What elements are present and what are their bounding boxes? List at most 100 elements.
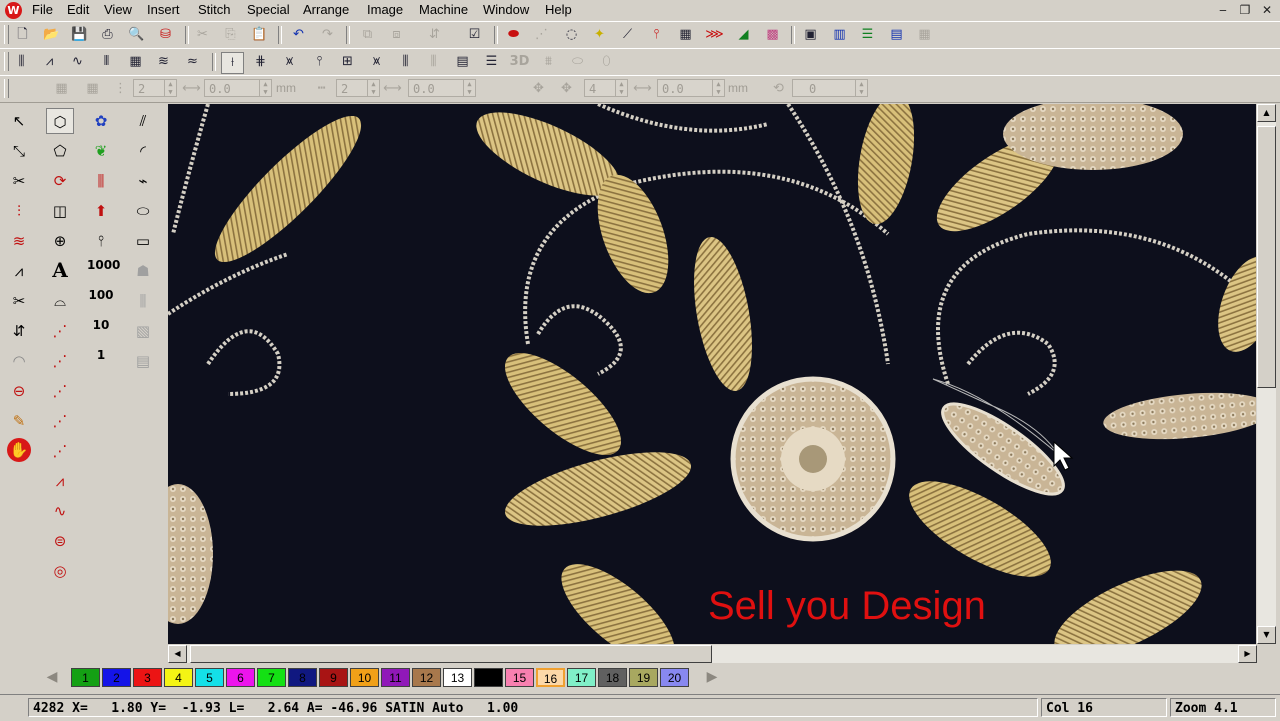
text-tool-icon[interactable]: A	[46, 258, 74, 284]
app-logo-icon[interactable]: W	[5, 2, 22, 19]
menu-file[interactable]: File	[31, 1, 54, 19]
globe-grid-icon[interactable]: ⊕	[46, 228, 74, 254]
monogram-icon[interactable]: ⌓	[46, 288, 74, 314]
scroll-down-icon[interactable]: ▼	[1257, 626, 1276, 644]
comb-stitch-icon[interactable]: ⫯	[309, 52, 330, 72]
copy-icon[interactable]: ⎘	[220, 25, 241, 45]
close-icon[interactable]: ✕	[1258, 2, 1276, 18]
pattern-fill-icon[interactable]: ▦	[125, 52, 146, 72]
red-tool-icon[interactable]: ⋙	[704, 25, 725, 45]
vertical-scroll-thumb[interactable]	[1257, 126, 1276, 388]
vertical-scrollbar[interactable]: ▲ ▼	[1257, 104, 1276, 644]
print-preview-icon[interactable]: 🔍	[126, 25, 147, 45]
move-icon[interactable]: ✥	[528, 79, 549, 99]
grid-icon[interactable]: ▦	[675, 25, 696, 45]
tatami-icon[interactable]: ⩙	[366, 52, 387, 72]
stitch-angle-icon[interactable]: ⟊	[221, 52, 244, 74]
field-1[interactable]: 2 ▲ ▼	[133, 79, 177, 97]
color-swatch-8[interactable]: 8	[288, 668, 317, 687]
fill-column-icon[interactable]: ⊞	[337, 52, 358, 72]
color-swatch-5[interactable]: 5	[195, 668, 224, 687]
line-list-icon[interactable]: ☰	[481, 52, 502, 72]
palette-prev-icon[interactable]: ◀	[40, 668, 64, 687]
rotate-node-icon[interactable]: ⟳	[46, 168, 74, 194]
color-swatch-6[interactable]: 6	[226, 668, 255, 687]
save-icon[interactable]: 💾	[69, 25, 90, 45]
field-5[interactable]: 4 ▲ ▼	[584, 79, 628, 97]
menu-edit[interactable]: Edit	[66, 1, 90, 19]
underlay-icon[interactable]: ⩩	[538, 52, 559, 72]
undo-icon[interactable]: ↶	[288, 25, 309, 45]
align-icon[interactable]: ⇵	[424, 25, 445, 45]
wave-stitch-icon[interactable]: ∿	[67, 52, 88, 72]
spacing-grid-icon[interactable]: ▦	[51, 79, 72, 99]
field-4[interactable]: 0.0 ▲ ▼	[408, 79, 476, 97]
check-box-icon[interactable]: ☑	[464, 25, 485, 45]
stitch-marker-icon[interactable]: ⩘	[5, 258, 33, 284]
disabled-tool-3-icon[interactable]: ▧	[129, 318, 157, 344]
plant-icon[interactable]: ❦	[87, 138, 115, 164]
color-swatch-4[interactable]: 4	[164, 668, 193, 687]
field-3[interactable]: 2 ▲ ▼	[336, 79, 380, 97]
new-file-icon[interactable]: 🗋	[12, 25, 33, 45]
arc-icon[interactable]: ◜	[129, 138, 157, 164]
fill-stitch-icon[interactable]: ⫴	[96, 52, 117, 72]
needle-icon[interactable]: ⟋	[617, 25, 638, 45]
oval-fill-icon[interactable]: ⬯	[596, 52, 617, 72]
color-map-icon[interactable]: ▩	[762, 25, 783, 45]
dotted-line-icon-3[interactable]: ⋰	[46, 378, 74, 404]
menu-arrange[interactable]: Arrange	[302, 1, 350, 19]
color-swatch-15[interactable]: 15	[505, 668, 534, 687]
color-swatch-2[interactable]: 2	[102, 668, 131, 687]
fill-pattern-icon[interactable]: ▤	[452, 52, 473, 72]
dotted-line-icon-5[interactable]: ⋰	[46, 438, 74, 464]
disabled-tool-4-icon[interactable]: ▤	[129, 348, 157, 374]
node-edit-icon[interactable]: ⬠	[46, 138, 74, 164]
monitor-icon[interactable]: ▣	[800, 25, 821, 45]
color-swatch-18[interactable]: 18	[598, 668, 627, 687]
color-swatch-9[interactable]: 9	[319, 668, 348, 687]
reshape-icon[interactable]: ⤡	[5, 138, 33, 164]
rocket-icon[interactable]: ⬆	[87, 198, 115, 224]
ellipse-icon[interactable]: ⬭	[129, 198, 157, 224]
zigzag-dense-icon[interactable]: ≈	[182, 52, 203, 72]
wave-path-icon[interactable]: ∿	[46, 498, 74, 524]
open-folder-icon[interactable]: 📂	[41, 25, 62, 45]
horizontal-scrollbar[interactable]: ◀ ▶	[168, 645, 1257, 663]
tack-icon[interactable]: ⫯	[646, 25, 667, 45]
disabled-tool-icon[interactable]: ▦	[914, 25, 935, 45]
stitch-path-icon[interactable]: ≋	[5, 228, 33, 254]
menu-machine[interactable]: Machine	[418, 1, 469, 19]
disabled-tool-2-icon[interactable]: ⫼	[129, 288, 157, 314]
parallel-lines-icon[interactable]: ⫼	[395, 52, 416, 72]
flip-icon[interactable]: ◫	[46, 198, 74, 224]
green-tool-icon[interactable]: ◢	[733, 25, 754, 45]
color-swatch-7[interactable]: 7	[257, 668, 286, 687]
menu-image[interactable]: Image	[366, 1, 404, 19]
menu-help[interactable]: Help	[544, 1, 573, 19]
color-swatch-1[interactable]: 1	[71, 668, 100, 687]
loop-icon[interactable]: ⊖	[5, 378, 33, 404]
cut-icon[interactable]: ✂	[192, 25, 213, 45]
knife-icon[interactable]: ✂	[5, 168, 33, 194]
color-swatch-14[interactable]: 14	[474, 668, 503, 687]
pins-icon[interactable]: ⊜	[46, 528, 74, 554]
scissors-icon[interactable]: ✂	[5, 288, 33, 314]
edit-shape-icon[interactable]: ⬡	[46, 108, 74, 134]
redo-icon[interactable]: ↷	[317, 25, 338, 45]
minimize-icon[interactable]: ‒	[1214, 2, 1232, 18]
dotted-line-icon-4[interactable]: ⋰	[46, 408, 74, 434]
field-2[interactable]: 0.0 ▲ ▼	[204, 79, 272, 97]
ungroup-icon[interactable]: ⧈	[386, 25, 407, 45]
menu-special[interactable]: Special	[246, 1, 291, 19]
list-icon[interactable]: ☰	[857, 25, 878, 45]
color-swatch-20[interactable]: 20	[660, 668, 689, 687]
count-10[interactable]: 10	[87, 318, 115, 344]
export-icon[interactable]: ⛁	[155, 25, 176, 45]
comb-icon[interactable]: ⫼	[87, 168, 115, 194]
disabled-tool-1-icon[interactable]: ☗	[129, 258, 157, 284]
dotted-line-icon[interactable]: ⋰	[46, 318, 74, 344]
length-icon-3[interactable]: ⟷	[632, 79, 653, 99]
trace-icon[interactable]: ⋰	[531, 25, 552, 45]
satin-stitch-icon[interactable]: ⫼	[11, 52, 32, 72]
